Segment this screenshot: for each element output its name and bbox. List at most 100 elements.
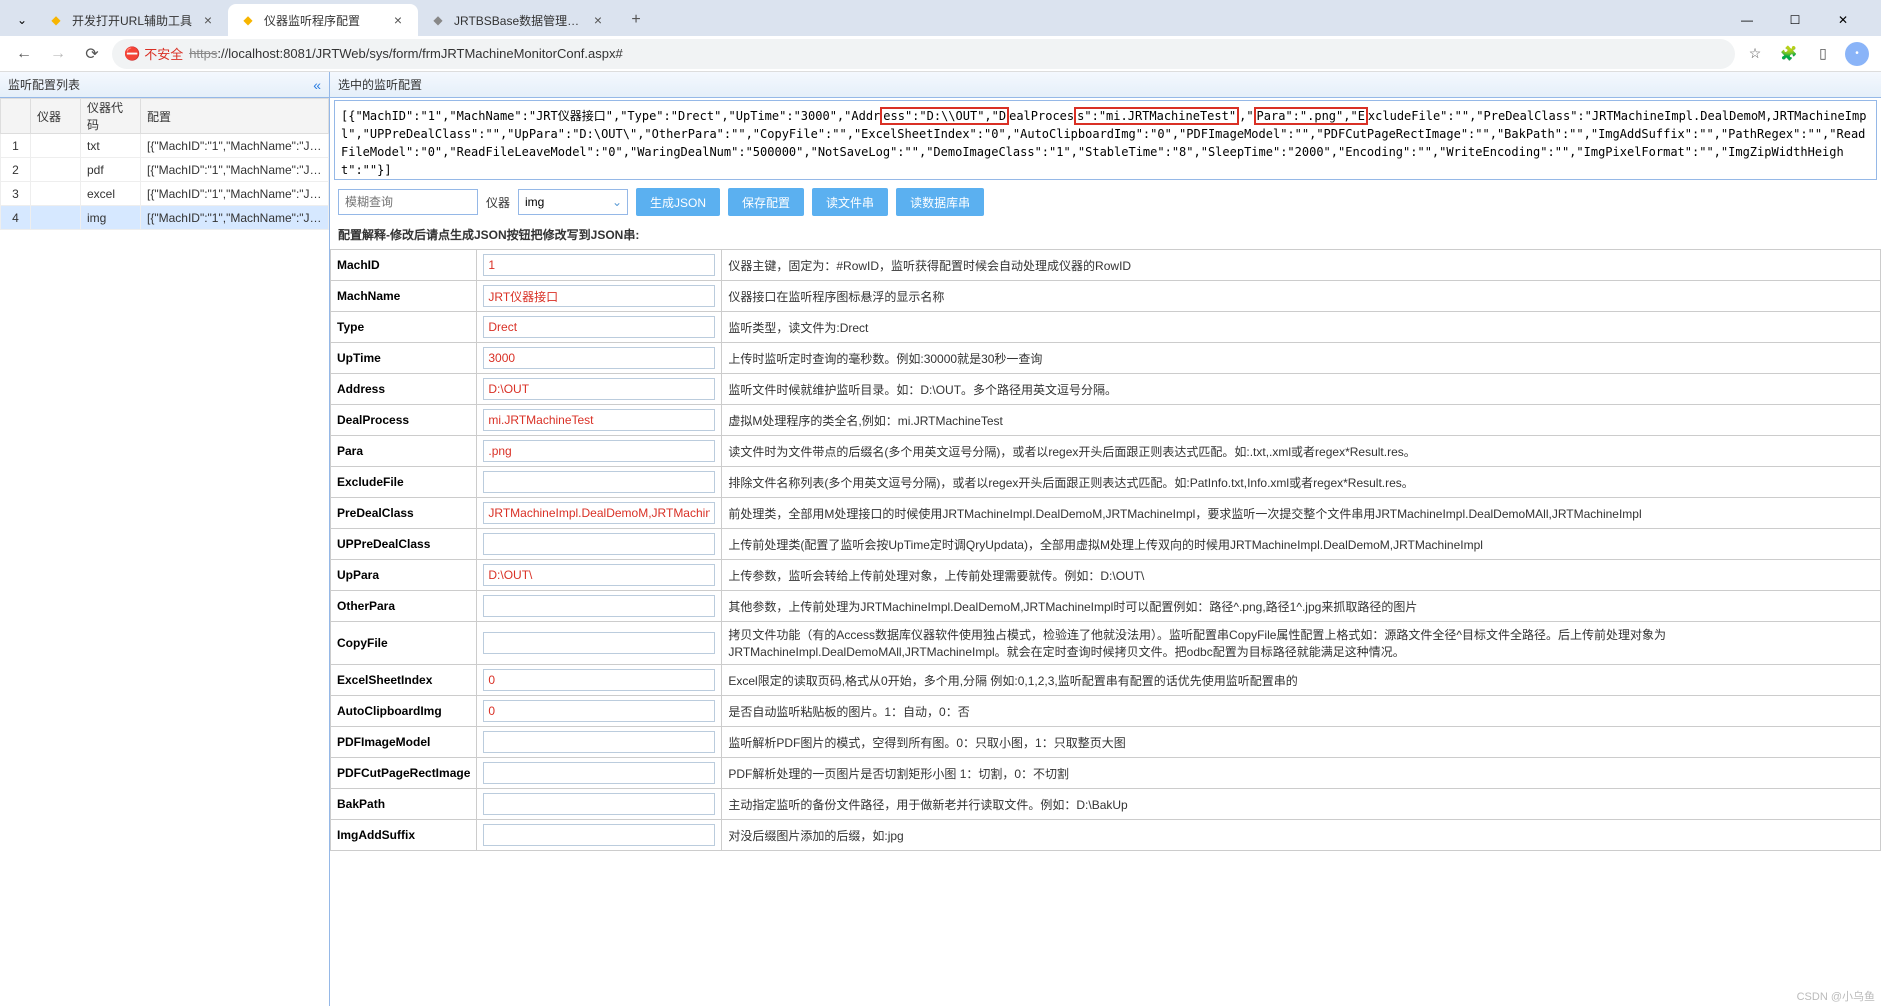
- read-file-string-button[interactable]: 读文件串: [812, 188, 888, 216]
- json-preview[interactable]: [{"MachID":"1","MachName":"JRT仪器接口","Typ…: [334, 100, 1877, 180]
- tab-close-icon[interactable]: ×: [590, 12, 606, 28]
- browser-tab[interactable]: ◆仪器监听程序配置×: [228, 4, 418, 36]
- config-value-cell: [477, 281, 722, 312]
- config-desc: 主动指定监听的备份文件路径，用于做新老并行读取文件。例如：D:\BakUp: [722, 789, 1881, 820]
- config-desc: 上传时监听定时查询的毫秒数。例如:30000就是30秒一查询: [722, 343, 1881, 374]
- close-window-button[interactable]: ✕: [1825, 6, 1861, 34]
- row-config: [{"MachID":"1","MachName":"JRT仪器: [141, 182, 329, 206]
- config-value-cell: [477, 343, 722, 374]
- col-header-config[interactable]: 配置: [141, 99, 329, 134]
- config-value-input[interactable]: [483, 762, 715, 784]
- instrument-combo[interactable]: ⌄: [518, 189, 628, 215]
- highlight-dealprocess: s":"mi.JRTMachineTest": [1074, 107, 1239, 125]
- config-key: Type: [331, 312, 477, 343]
- config-key: MachID: [331, 250, 477, 281]
- config-key: MachName: [331, 281, 477, 312]
- read-db-string-button[interactable]: 读数据库串: [896, 188, 984, 216]
- tab-dropdown-icon[interactable]: ⌄: [8, 6, 36, 34]
- url-text: https://localhost:8081/JRTWeb/sys/form/f…: [189, 46, 623, 61]
- row-code: pdf: [81, 158, 141, 182]
- config-key: CopyFile: [331, 622, 477, 665]
- address-row: ← → ⟳ ⛔ 不安全 https://localhost:8081/JRTWe…: [0, 36, 1881, 72]
- config-value-cell: [477, 789, 722, 820]
- config-value-input[interactable]: [483, 595, 715, 617]
- config-value-input[interactable]: [483, 700, 715, 722]
- highlight-para: Para":".png","E: [1254, 107, 1368, 125]
- config-row: Type监听类型，读文件为:Drect: [331, 312, 1881, 343]
- config-desc: 仪器主键，固定为：#RowID，监听获得配置时候会自动处理成仪器的RowID: [722, 250, 1881, 281]
- config-value-input[interactable]: [483, 254, 715, 276]
- config-value-input[interactable]: [483, 347, 715, 369]
- config-key: PDFCutPageRectImage: [331, 758, 477, 789]
- maximize-button[interactable]: ☐: [1777, 6, 1813, 34]
- minimize-button[interactable]: —: [1729, 6, 1765, 34]
- col-header-code[interactable]: 仪器代码: [81, 99, 141, 134]
- config-scroll[interactable]: MachID 仪器主键，固定为：#RowID，监听获得配置时候会自动处理成仪器的R…: [330, 249, 1881, 1006]
- config-value-cell: [477, 436, 722, 467]
- tab-title: 开发打开URL辅助工具: [72, 12, 192, 29]
- row-instrument: [31, 158, 81, 182]
- tab-close-icon[interactable]: ×: [200, 12, 216, 28]
- chevron-down-icon[interactable]: ⌄: [607, 195, 627, 209]
- config-desc: 虚拟M处理程序的类全名,例如：mi.JRTMachineTest: [722, 405, 1881, 436]
- table-row[interactable]: 3excel[{"MachID":"1","MachName":"JRT仪器: [1, 182, 329, 206]
- config-key: ExcludeFile: [331, 467, 477, 498]
- fuzzy-search-input[interactable]: [338, 189, 478, 215]
- forward-button[interactable]: →: [44, 40, 72, 68]
- browser-tab[interactable]: ◆开发打开URL辅助工具×: [36, 4, 228, 36]
- config-value-input[interactable]: [483, 564, 715, 586]
- extensions-icon[interactable]: 🧩: [1775, 40, 1803, 68]
- config-value-input[interactable]: [483, 632, 715, 654]
- reading-list-icon[interactable]: ▯: [1809, 40, 1837, 68]
- config-row: PreDealClass前处理类，全部用M处理接口的时候使用JRTMachine…: [331, 498, 1881, 529]
- reload-button[interactable]: ⟳: [78, 40, 106, 68]
- config-row: ExcelSheetIndexExcel限定的读取页码,格式从0开始，多个用,分…: [331, 665, 1881, 696]
- config-desc: 其他参数，上传前处理为JRTMachineImpl.DealDemoM,JRTM…: [722, 591, 1881, 622]
- config-desc: 拷贝文件功能（有的Access数据库仪器软件使用独占模式，检验连了他就没法用）。…: [722, 622, 1881, 665]
- table-row[interactable]: 2pdf[{"MachID":"1","MachName":"JRT仪器: [1, 158, 329, 182]
- config-value-input[interactable]: [483, 285, 715, 307]
- col-header-instrument[interactable]: 仪器: [31, 99, 81, 134]
- instrument-combo-input[interactable]: [519, 195, 607, 209]
- back-button[interactable]: ←: [10, 40, 38, 68]
- row-code: txt: [81, 134, 141, 158]
- config-value-input[interactable]: [483, 409, 715, 431]
- config-value-input[interactable]: [483, 316, 715, 338]
- table-row[interactable]: 4img[{"MachID":"1","MachName":"JRT仪器: [1, 206, 329, 230]
- config-value-input[interactable]: [483, 471, 715, 493]
- collapse-icon[interactable]: «: [313, 77, 321, 93]
- browser-tab[interactable]: ◆JRTBSBase数据管理工具×: [418, 4, 618, 36]
- config-value-input[interactable]: [483, 502, 715, 524]
- tab-close-icon[interactable]: ×: [390, 12, 406, 28]
- config-row: Para读文件时为文件带点的后缀名(多个用英文逗号分隔)，或者以regex开头后…: [331, 436, 1881, 467]
- config-value-input[interactable]: [483, 669, 715, 691]
- config-desc: 监听文件时候就维护监听目录。如：D:\OUT。多个路径用英文逗号分隔。: [722, 374, 1881, 405]
- save-config-button[interactable]: 保存配置: [728, 188, 804, 216]
- config-value-input[interactable]: [483, 378, 715, 400]
- new-tab-button[interactable]: +: [622, 6, 650, 34]
- config-value-input[interactable]: [483, 793, 715, 815]
- config-row: UpPara上传参数，监听会转给上传前处理对象，上传前处理需要就传。例如：D:\…: [331, 560, 1881, 591]
- config-value-input[interactable]: [483, 824, 715, 846]
- config-desc: PDF解析处理的一页图片是否切割矩形小图 1：切割，0：不切割: [722, 758, 1881, 789]
- row-instrument: [31, 134, 81, 158]
- config-row: PDFImageModel监听解析PDF图片的模式，空得到所有图。0：只取小图，…: [331, 727, 1881, 758]
- config-key: ImgAddSuffix: [331, 820, 477, 851]
- config-row: UPPreDealClass上传前处理类(配置了监听会按UpTime定时调Qry…: [331, 529, 1881, 560]
- config-value-cell: [477, 312, 722, 343]
- star-icon[interactable]: ☆: [1741, 40, 1769, 68]
- table-row[interactable]: 1txt[{"MachID":"1","MachName":"JRT仪器: [1, 134, 329, 158]
- config-key: UPPreDealClass: [331, 529, 477, 560]
- config-row: ImgAddSuffix对没后缀图片添加的后缀，如:jpg: [331, 820, 1881, 851]
- url-bar[interactable]: ⛔ 不安全 https://localhost:8081/JRTWeb/sys/…: [112, 39, 1735, 69]
- config-row: OtherPara其他参数，上传前处理为JRTMachineImpl.DealD…: [331, 591, 1881, 622]
- config-value-input[interactable]: [483, 533, 715, 555]
- not-secure-label: ⛔ 不安全: [124, 44, 183, 63]
- row-number: 3: [1, 182, 31, 206]
- col-header-num[interactable]: [1, 99, 31, 134]
- config-value-input[interactable]: [483, 731, 715, 753]
- config-value-input[interactable]: [483, 440, 715, 462]
- profile-avatar[interactable]: •: [1843, 40, 1871, 68]
- generate-json-button[interactable]: 生成JSON: [636, 188, 720, 216]
- config-desc: 排除文件名称列表(多个用英文逗号分隔)，或者以regex开头后面跟正则表达式匹配…: [722, 467, 1881, 498]
